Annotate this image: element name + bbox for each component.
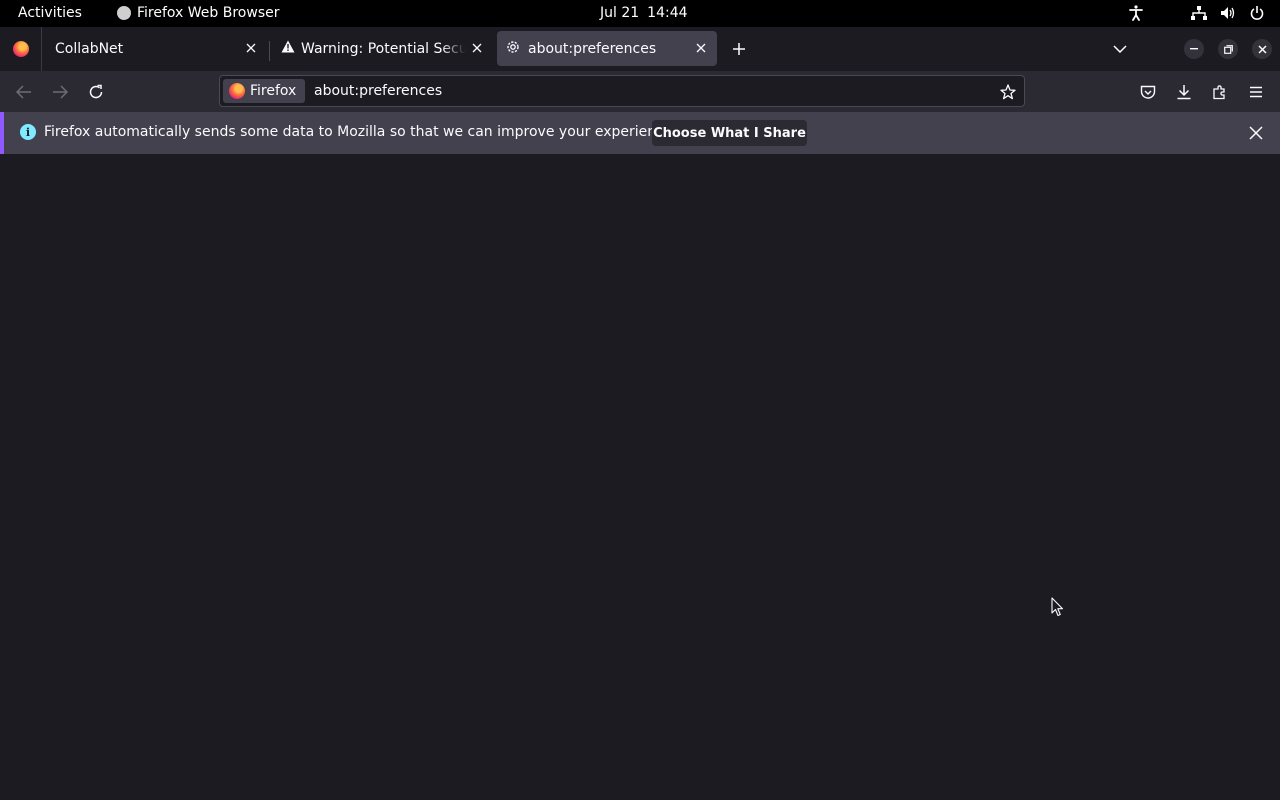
identity-box[interactable]: Firefox	[223, 79, 305, 103]
data-collection-notification: i Firefox automatically sends some data …	[0, 112, 1280, 154]
tab-separator	[269, 41, 270, 61]
arrow-right-icon	[53, 85, 68, 99]
reload-button[interactable]	[86, 82, 106, 102]
tab-strip: CollabNet Warning: Potential Security Ri…	[0, 27, 1280, 71]
choose-what-i-share-button[interactable]: Choose What I Share	[652, 120, 807, 146]
chevron-down-icon	[1113, 45, 1127, 53]
downloads-button[interactable]	[1174, 82, 1194, 102]
warning-icon	[281, 40, 295, 57]
bookmark-star-button[interactable]	[998, 82, 1018, 102]
system-tray[interactable]	[1127, 4, 1266, 22]
reload-icon	[89, 84, 103, 99]
tab-label: Warning: Potential Security Risk Ahead	[301, 40, 466, 57]
close-notification-button[interactable]	[1246, 123, 1266, 143]
clock[interactable]: Jul 21 14:44	[600, 5, 688, 21]
page-content	[0, 154, 1280, 800]
info-icon: i	[20, 124, 36, 140]
extensions-button[interactable]	[1210, 82, 1230, 102]
pocket-icon	[1140, 85, 1156, 99]
gear-icon	[505, 39, 521, 59]
close-icon[interactable]	[243, 40, 259, 56]
pocket-button[interactable]	[1138, 82, 1158, 102]
power-icon[interactable]	[1248, 4, 1266, 22]
new-tab-button[interactable]	[729, 39, 749, 59]
tab-label: about:preferences	[528, 40, 657, 57]
firefox-logo-icon	[229, 83, 245, 99]
download-icon	[1177, 85, 1191, 100]
close-icon[interactable]	[469, 40, 485, 56]
network-icon[interactable]	[1190, 4, 1208, 22]
identity-label: Firefox	[250, 83, 297, 99]
puzzle-icon	[1213, 85, 1225, 100]
notification-message: Firefox automatically sends some data to…	[44, 124, 677, 140]
hamburger-menu-icon	[1250, 86, 1262, 98]
close-icon	[1257, 44, 1267, 54]
restore-icon	[1223, 44, 1233, 54]
minimize-button[interactable]	[1184, 39, 1204, 59]
tab-label: CollabNet	[55, 40, 124, 57]
clock-date: Jul 21	[600, 5, 640, 21]
url-input[interactable]: about:preferences	[314, 83, 442, 99]
clock-time: 14:44	[647, 5, 688, 21]
plus-icon	[733, 43, 745, 55]
navigation-toolbar: Firefox about:preferences	[0, 71, 1280, 112]
tab-collabnet[interactable]: CollabNet	[43, 31, 267, 66]
tab-preferences[interactable]: about:preferences	[497, 31, 717, 66]
app-menu[interactable]: Firefox Web Browser	[117, 5, 280, 21]
firefox-app-icon	[117, 6, 131, 20]
app-name-label: Firefox Web Browser	[137, 5, 280, 21]
close-icon[interactable]	[693, 40, 709, 56]
mouse-pointer-icon	[1051, 597, 1064, 617]
firefox-view-button[interactable]	[0, 27, 42, 71]
back-button[interactable]	[14, 82, 34, 102]
volume-icon[interactable]	[1219, 4, 1237, 22]
close-icon	[1249, 126, 1263, 140]
star-icon	[1000, 84, 1016, 100]
firefox-logo-icon	[12, 41, 29, 57]
activities-button[interactable]: Activities	[18, 5, 82, 21]
system-top-bar: Activities Firefox Web Browser Jul 21 14…	[0, 0, 1280, 27]
arrow-left-icon	[16, 85, 31, 99]
accessibility-icon[interactable]	[1127, 4, 1145, 22]
app-menu-button[interactable]	[1246, 82, 1266, 102]
url-bar[interactable]: Firefox about:preferences	[219, 75, 1025, 107]
list-all-tabs-button[interactable]	[1110, 39, 1130, 59]
restore-button[interactable]	[1218, 39, 1238, 59]
tab-security-warning[interactable]: Warning: Potential Security Risk Ahead	[271, 31, 493, 66]
minimize-icon	[1190, 48, 1198, 50]
forward-button[interactable]	[50, 82, 70, 102]
close-window-button[interactable]	[1252, 39, 1272, 59]
